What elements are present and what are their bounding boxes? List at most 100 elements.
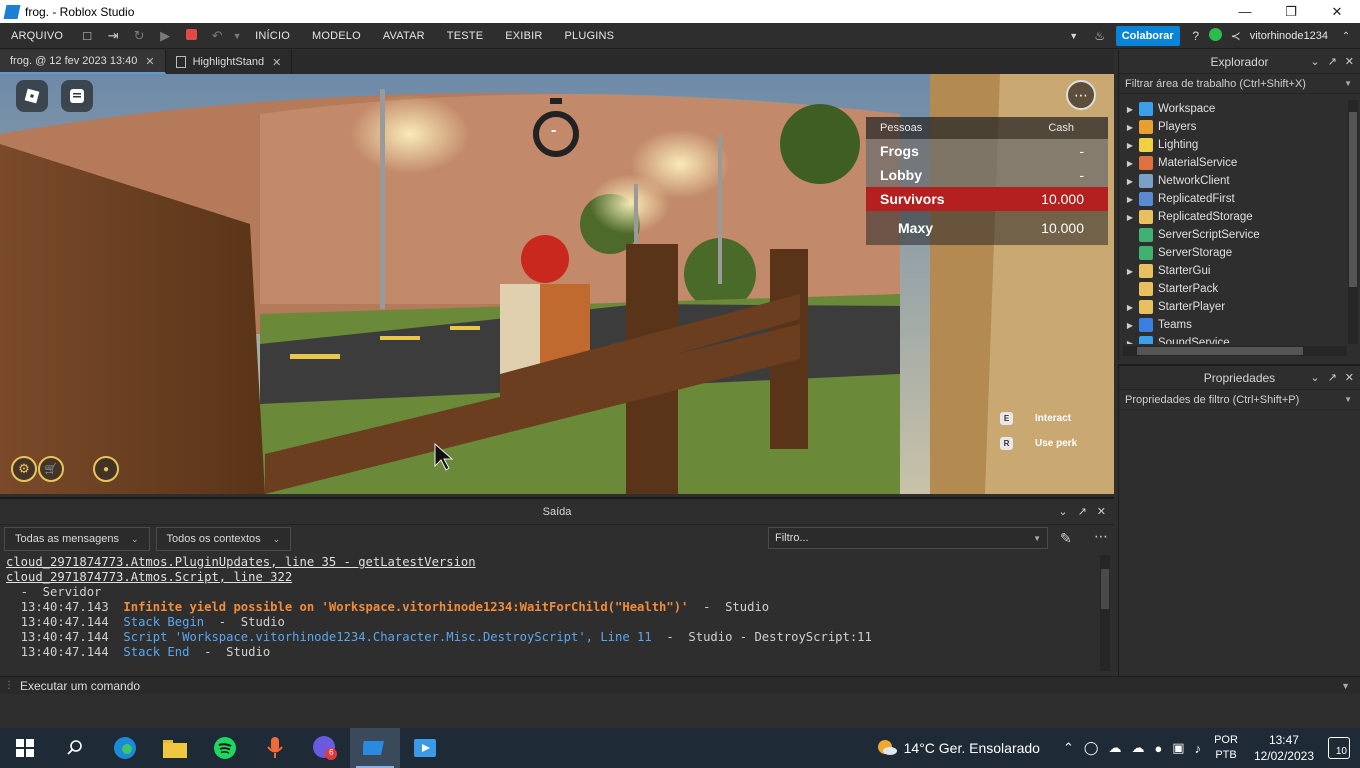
scrollbar-thumb[interactable]: [1349, 112, 1357, 287]
share-icon[interactable]: ≺: [1226, 29, 1246, 43]
explorer-item-serverscriptservice[interactable]: ServerScriptService: [1119, 226, 1347, 244]
explorer-item-networkclient[interactable]: ▶ NetworkClient: [1119, 172, 1347, 190]
close-panel-icon[interactable]: ✕: [1097, 505, 1106, 518]
search-button[interactable]: [50, 728, 100, 768]
expand-arrow-icon[interactable]: ▶: [1121, 321, 1139, 330]
dropdown-caret-icon[interactable]: ▼: [1344, 79, 1352, 88]
explorer-item-workspace[interactable]: ▶ Workspace: [1119, 100, 1347, 118]
output-line[interactable]: 13:40:47.143 Infinite yield possible on …: [6, 600, 1097, 615]
taskbar-edge[interactable]: [100, 728, 150, 768]
taskbar-spotify[interactable]: [200, 728, 250, 768]
team-row-survivors[interactable]: Survivors 10.000: [866, 187, 1108, 211]
team-row-lobby[interactable]: Lobby -: [866, 163, 1108, 187]
notification-bell-icon[interactable]: ♨: [1090, 29, 1110, 43]
maximize-button[interactable]: ❐: [1268, 0, 1314, 23]
expand-arrow-icon[interactable]: ▶: [1121, 339, 1139, 345]
explorer-vertical-scrollbar[interactable]: [1348, 100, 1358, 344]
expand-arrow-icon[interactable]: ▶: [1121, 105, 1139, 114]
weather-sun-icon[interactable]: [876, 738, 898, 758]
menu-view[interactable]: EXIBIR: [494, 30, 553, 42]
clock[interactable]: 13:47 12/02/2023: [1254, 732, 1314, 764]
explorer-item-starterplayer[interactable]: ▶ StarterPlayer: [1119, 298, 1347, 316]
help-icon[interactable]: ?: [1186, 29, 1206, 43]
scrollbar-thumb[interactable]: [1137, 347, 1303, 355]
output-line[interactable]: - Servidor: [6, 585, 1097, 600]
expand-arrow-icon[interactable]: ▶: [1121, 303, 1139, 312]
undock-icon[interactable]: ↗: [1078, 505, 1087, 518]
explorer-item-replicatedfirst[interactable]: ▶ ReplicatedFirst: [1119, 190, 1347, 208]
volume-icon[interactable]: ♪: [1195, 741, 1202, 756]
dropdown-caret-icon[interactable]: ▼: [1341, 681, 1350, 691]
minimize-button[interactable]: —: [1222, 0, 1268, 23]
output-line[interactable]: 13:40:47.144 Stack Begin - Studio: [6, 615, 1097, 630]
network-icon[interactable]: ▣: [1172, 740, 1184, 756]
game-menu-button[interactable]: ⋯: [1066, 80, 1096, 110]
undo-icon[interactable]: ↶: [204, 28, 230, 44]
expand-arrow-icon[interactable]: ▶: [1121, 267, 1139, 276]
game-viewport[interactable]: ⋯ - Pessoas Cash Frogs - Lobby - Survivo…: [0, 74, 1114, 494]
expand-ribbon-icon[interactable]: ⌃: [1336, 31, 1356, 42]
close-tab-icon[interactable]: ✕: [272, 56, 281, 69]
scrollbar-thumb[interactable]: [1101, 569, 1109, 609]
onedrive-cloud-icon[interactable]: ☁: [1108, 740, 1121, 756]
explorer-item-teams[interactable]: ▶ Teams: [1119, 316, 1347, 334]
expand-arrow-icon[interactable]: ▶: [1121, 123, 1139, 132]
close-panel-icon[interactable]: ✕: [1345, 371, 1354, 384]
meet-now-icon[interactable]: ◯: [1084, 740, 1099, 756]
output-source-link[interactable]: cloud_2971874773.Atmos.Script, line 322: [6, 570, 292, 584]
menu-file[interactable]: ARQUIVO: [0, 30, 74, 42]
output-line[interactable]: 13:40:47.144 Stack End - Studio: [6, 645, 1097, 660]
explorer-item-materialservice[interactable]: ▶ MaterialService: [1119, 154, 1347, 172]
expand-arrow-icon[interactable]: ▶: [1121, 213, 1139, 222]
explorer-item-starterpack[interactable]: StarterPack: [1119, 280, 1347, 298]
expand-arrow-icon[interactable]: ▶: [1121, 159, 1139, 168]
stop-button[interactable]: [178, 28, 204, 43]
username[interactable]: vitorhinode1234: [1250, 30, 1328, 42]
settings-button[interactable]: ⚙: [11, 456, 37, 482]
close-tab-icon[interactable]: ✕: [145, 55, 154, 68]
explorer-item-startergui[interactable]: ▶ StarterGui: [1119, 262, 1347, 280]
taskbar-file-explorer[interactable]: [150, 728, 200, 768]
menu-home[interactable]: INÍCIO: [244, 30, 301, 42]
menu-plugins[interactable]: PLUGINS: [554, 30, 626, 42]
taskbar-roblox-player[interactable]: [400, 728, 450, 768]
new-document-icon[interactable]: □: [74, 28, 100, 43]
output-line[interactable]: cloud_2971874773.Atmos.PluginUpdates, li…: [6, 555, 1097, 570]
tab-highlightstand[interactable]: HighlightStand ✕: [166, 50, 293, 74]
drag-handle-icon[interactable]: ⋮: [4, 680, 14, 691]
input-language[interactable]: POR PTB: [1214, 733, 1238, 763]
expand-arrow-icon[interactable]: ▶: [1121, 141, 1139, 150]
output-scrollbar[interactable]: [1100, 555, 1110, 671]
menu-avatar[interactable]: AVATAR: [372, 30, 436, 42]
quick-access-dropdown-icon[interactable]: ▼: [230, 31, 244, 41]
explorer-item-lighting[interactable]: ▶ Lighting: [1119, 136, 1347, 154]
chevron-up-icon[interactable]: ⌃: [1063, 740, 1074, 756]
more-options-icon[interactable]: ⋯: [1094, 528, 1108, 545]
player-row-maxy[interactable]: Maxy 10.000: [866, 211, 1108, 245]
contexts-filter-dropdown[interactable]: Todos os contextos ⌄: [155, 527, 292, 551]
microphone-icon[interactable]: ●: [1154, 741, 1162, 756]
clear-output-icon[interactable]: ✎: [1060, 530, 1072, 547]
output-line[interactable]: 13:40:47.144 Script 'Workspace.vitorhino…: [6, 630, 1097, 645]
expand-arrow-icon[interactable]: ▶: [1121, 195, 1139, 204]
chevron-down-icon[interactable]: ▼: [1064, 31, 1084, 41]
chevron-down-icon[interactable]: ⌄: [1058, 505, 1067, 518]
chat-button[interactable]: [61, 80, 93, 112]
weather-widget[interactable]: 14°C Ger. Ensolarado: [904, 740, 1040, 756]
team-row-frogs[interactable]: Frogs -: [866, 139, 1108, 163]
roblox-menu-button[interactable]: [16, 80, 48, 112]
redo-disabled-icon[interactable]: ↻: [126, 28, 152, 44]
perks-button[interactable]: ●: [93, 456, 119, 482]
chevron-down-icon[interactable]: ⌄: [1310, 371, 1319, 384]
undock-icon[interactable]: ↗: [1328, 371, 1337, 384]
output-filter-input[interactable]: Filtro... ▼: [768, 527, 1048, 549]
properties-filter-input[interactable]: Propriedades de filtro (Ctrl+Shift+P) ▼: [1119, 390, 1360, 410]
close-window-button[interactable]: ✕: [1314, 0, 1360, 23]
explorer-item-players[interactable]: ▶ Players: [1119, 118, 1347, 136]
menu-model[interactable]: MODELO: [301, 30, 372, 42]
collaborate-button[interactable]: Colaborar: [1115, 26, 1180, 46]
menu-test[interactable]: TESTE: [436, 30, 494, 42]
undock-icon[interactable]: ↗: [1328, 55, 1337, 68]
shop-button[interactable]: 🛒: [38, 456, 64, 482]
command-bar[interactable]: ⋮ Executar um comando ▼: [0, 676, 1360, 694]
